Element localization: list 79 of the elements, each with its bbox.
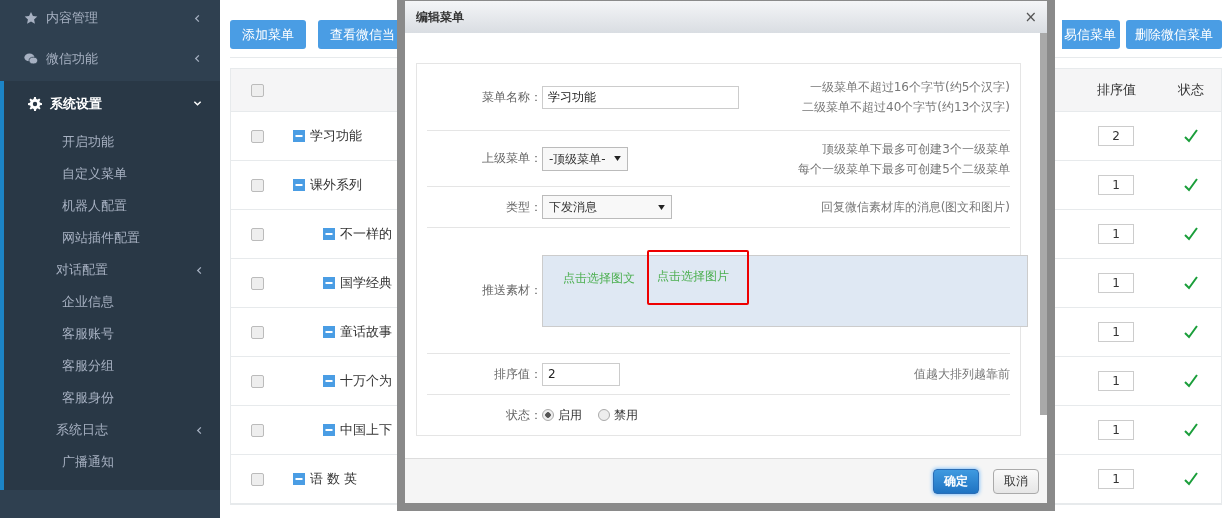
sort-field[interactable]: 1 [1098, 322, 1134, 342]
hint-text: 一级菜单不超过16个字节(约5个汉字) [809, 79, 1010, 96]
checkbox[interactable] [250, 325, 264, 339]
radio-label: 禁用 [614, 406, 638, 424]
checkbox[interactable] [250, 227, 264, 241]
menu-name: 语 数 英 [310, 470, 358, 488]
sidebar-item[interactable]: 网站插件配置 [4, 222, 220, 254]
sidebar-item[interactable]: 广播通知 [4, 446, 220, 478]
field-label: 排序值： [493, 365, 542, 383]
radio-label: 启用 [558, 406, 582, 424]
field-label: 菜单名称： [481, 88, 542, 106]
caret-icon [613, 156, 621, 161]
gear-icon [28, 96, 42, 111]
dropdown[interactable]: -顶级菜单- [542, 146, 628, 171]
hint-text: 回复微信素材库的消息(图文和图片) [820, 199, 1010, 216]
sidebar-item[interactable]: 内容管理 [0, 0, 220, 36]
chat-bubbles-icon [24, 51, 38, 66]
sidebar-item[interactable]: 企业信息 [4, 286, 220, 318]
collapse-icon[interactable] [323, 326, 335, 338]
dialog-title: 编辑菜单 [416, 8, 464, 26]
collapse-icon[interactable] [323, 228, 335, 240]
menu-name: 童话故事 [340, 323, 392, 341]
scrollbar[interactable] [1040, 33, 1047, 415]
field-label: 推送素材： [481, 282, 542, 299]
dropdown[interactable]: 下发消息 [542, 195, 672, 219]
checkbox[interactable] [250, 374, 264, 388]
sort-field[interactable]: 1 [1098, 224, 1134, 244]
confirm-button[interactable]: 确定 [933, 468, 979, 494]
cancel-button[interactable]: 取消 [993, 468, 1039, 494]
sidebar-item[interactable]: 客服账号 [4, 318, 220, 350]
checkbox[interactable] [250, 472, 264, 486]
checkbox[interactable] [250, 83, 264, 97]
sidebar-item[interactable]: 对话配置 [4, 254, 220, 286]
field-label: 类型： [505, 198, 542, 216]
sidebar-item[interactable]: 客服分组 [4, 350, 220, 382]
menu-name: 课外系列 [310, 176, 362, 194]
input-field[interactable]: 2 [542, 362, 620, 386]
sidebar-item[interactable]: 开启功能 [4, 126, 220, 158]
sort-field[interactable]: 1 [1098, 273, 1134, 293]
sidebar-item[interactable]: 客服身份 [4, 382, 220, 414]
menu-name: 学习功能 [310, 127, 362, 145]
hint-text: 值越大排列越靠前 [914, 366, 1010, 383]
sidebar-item[interactable]: 微信功能 [0, 36, 220, 81]
field-label: 上级菜单： [481, 150, 542, 167]
collapse-icon[interactable] [293, 130, 305, 142]
sort-field[interactable]: 1 [1098, 371, 1134, 391]
menu-name: 不一样的 [340, 225, 392, 243]
hint-text: 每个一级菜单下最多可创建5个二级菜单 [798, 160, 1010, 178]
sort-field[interactable]: 1 [1098, 175, 1134, 195]
sort-field[interactable]: 1 [1098, 469, 1134, 489]
hint-text: 顶级菜单下最多可创建3个一级菜单 [822, 140, 1010, 158]
sidebar-item[interactable]: 机器人配置 [4, 190, 220, 222]
field-label: 状态： [505, 406, 542, 424]
collapse-icon[interactable] [293, 179, 305, 191]
collapse-icon[interactable] [323, 375, 335, 387]
column-header: 状态 [1177, 81, 1205, 99]
collapse-icon[interactable] [323, 424, 335, 436]
checkbox[interactable] [250, 178, 264, 192]
sidebar-item[interactable]: 系统日志 [4, 414, 220, 446]
sidebar-item[interactable]: 自定义菜单 [4, 158, 220, 190]
input-field[interactable]: 学习功能 [542, 85, 739, 109]
checkbox[interactable] [250, 129, 264, 143]
caret-icon [658, 204, 665, 210]
collapse-icon[interactable] [293, 473, 305, 485]
hint-text: 二级菜单不超过40个字节(约13个汉字) [802, 99, 1010, 116]
column-header: 排序值 [1095, 81, 1137, 99]
checkbox[interactable] [250, 276, 264, 290]
sort-field[interactable]: 1 [1098, 420, 1134, 440]
close-button[interactable]: × [1022, 8, 1039, 26]
collapse-icon[interactable] [323, 277, 335, 289]
menu-name: 十万个为 [340, 372, 392, 390]
radio-button[interactable] [542, 409, 554, 421]
sort-field[interactable]: 2 [1098, 126, 1134, 146]
sidebar-item[interactable]: 系统设置 [4, 81, 220, 126]
star-icon [24, 11, 38, 25]
menu-name: 中国上下 [340, 421, 392, 439]
radio-button[interactable] [598, 409, 610, 421]
menu-name: 国学经典 [340, 274, 392, 292]
checkbox[interactable] [250, 423, 264, 437]
